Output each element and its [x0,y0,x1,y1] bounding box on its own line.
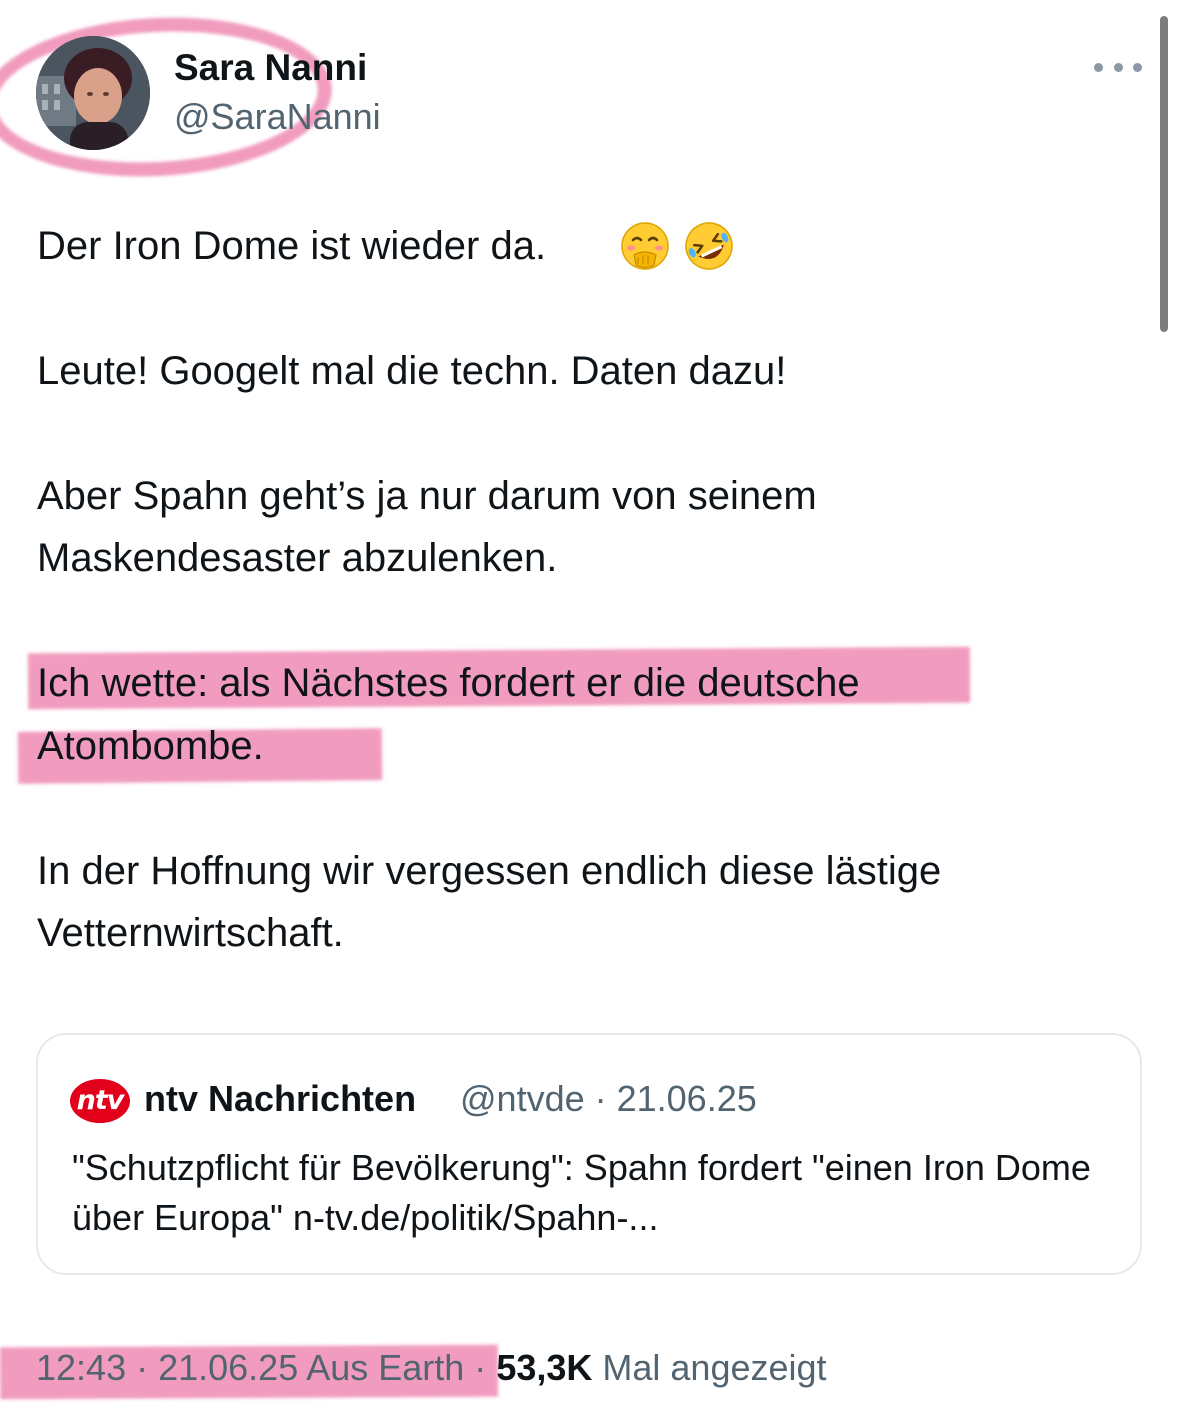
timestamp-date-location[interactable]: 12:43 · 21.06.25 Aus Earth · [36,1347,496,1388]
rolling-on-the-floor-laughing-icon [685,222,733,270]
dot [1094,62,1103,72]
dot [1133,62,1142,72]
tweet-text-line: Vetternwirtschaft. [37,911,344,955]
views-label: Mal angezeigt [592,1347,827,1388]
more-options-icon[interactable] [1094,52,1142,82]
dot [1113,62,1123,72]
profile-photo-icon [36,36,150,150]
tweet-text-line: In der Hoffnung wir vergessen endlich di… [37,849,942,893]
tweet-text-line: Maskendesaster abzulenken. [37,536,558,580]
quoted-tweet-text: "Schutzpflicht für Bevölkerung": Spahn f… [72,1147,1091,1238]
face-with-hand-over-mouth-icon [621,222,669,270]
view-count: 53,3K [496,1347,593,1388]
ntv-logo: ntv [70,1079,130,1123]
quoted-handle-and-date: @ntvde · 21.06.25 [460,1078,757,1119]
tweet-text-line: Aber Spahn geht’s ja nur darum von seine… [37,474,817,518]
tweet-text-line-highlighted: Ich wette: als Nächstes fordert er die d… [37,661,860,705]
quoted-author-name[interactable]: ntv Nachrichten [144,1075,416,1123]
author-display-name[interactable]: Sara Nanni [174,46,367,90]
tweet-text-line: Der Iron Dome ist wieder da. [37,224,547,268]
scrollbar[interactable] [1160,16,1168,332]
avatar[interactable] [36,36,150,150]
quoted-tweet-card[interactable]: ntv ntv Nachrichten @ntvde · 21.06.25 "S… [36,1033,1142,1275]
tweet-text-line-highlighted: Atombombe. [37,724,264,768]
author-handle[interactable]: @SaraNanni [174,95,381,139]
tweet-text-line: Leute! Googelt mal die techn. Daten dazu… [37,349,787,393]
tweet-metadata: 12:43 · 21.06.25 Aus Earth · 53,3K Mal a… [36,1343,827,1393]
